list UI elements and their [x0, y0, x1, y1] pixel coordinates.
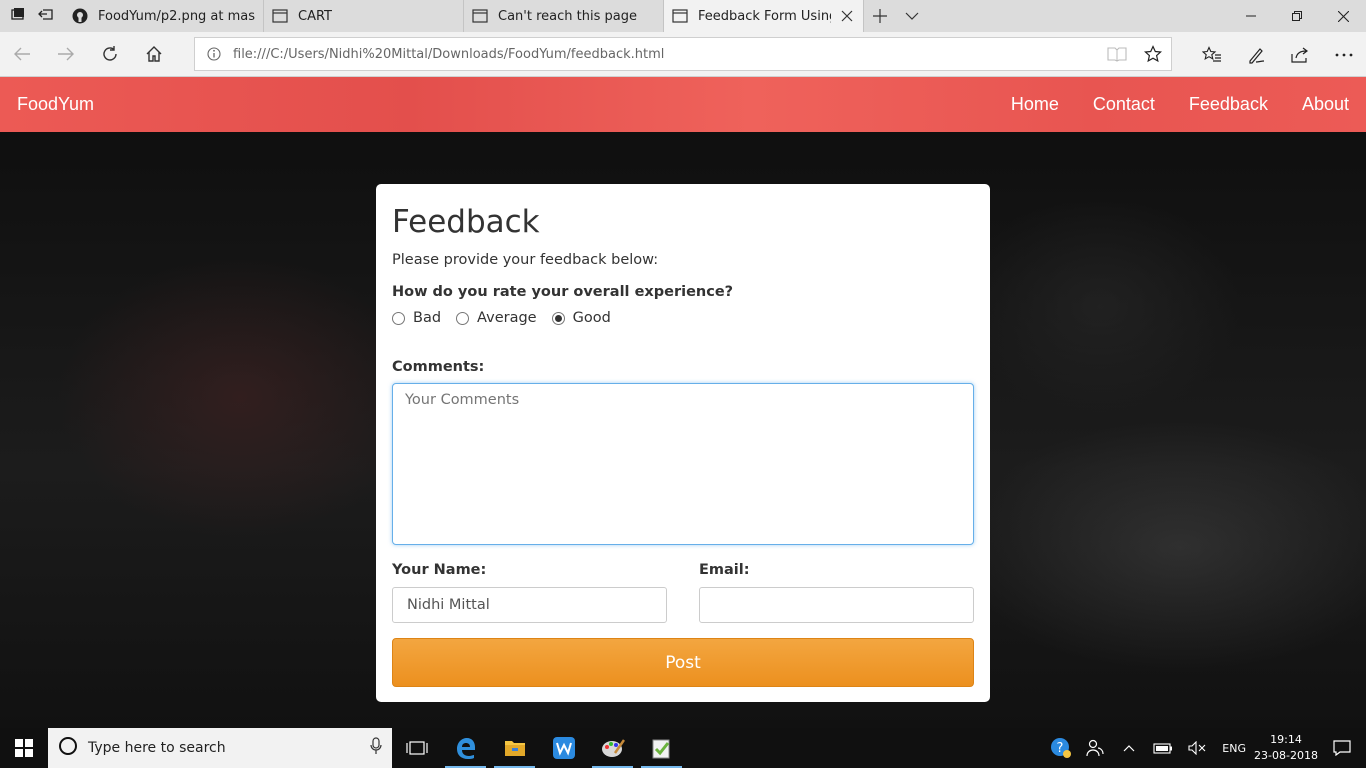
site-info-icon[interactable]: [195, 47, 233, 61]
volume-muted-icon[interactable]: [1180, 741, 1214, 755]
tab-strip-spacer: [928, 0, 1228, 32]
rating-question: How do you rate your overall experience?: [392, 284, 734, 300]
github-icon: [72, 8, 88, 24]
svg-text:?: ?: [1057, 741, 1064, 756]
tab-cart[interactable]: CART: [264, 0, 464, 32]
more-options-icon[interactable]: [1322, 32, 1366, 77]
name-input[interactable]: [392, 587, 667, 623]
site-header: FoodYum Home Contact Feedback About: [0, 77, 1366, 132]
window-controls: [1228, 0, 1366, 32]
wps-office-icon[interactable]: [539, 728, 588, 768]
share-icon[interactable]: [1278, 32, 1322, 77]
tab-title: Feedback Form Using H: [698, 8, 831, 24]
tab-title: FoodYum/p2.png at master: [98, 8, 255, 24]
url-text[interactable]: file:///C:/Users/Nidhi%20Mittal/Download…: [233, 47, 1099, 62]
radio-button[interactable]: [456, 311, 470, 325]
tab-feedback-form[interactable]: Feedback Form Using H: [664, 0, 864, 32]
post-button[interactable]: Post: [392, 638, 974, 687]
paint-icon[interactable]: [588, 728, 637, 768]
windows-start-icon[interactable]: [0, 728, 48, 768]
page-icon: [472, 8, 488, 24]
back-arrow-icon[interactable]: [0, 32, 44, 77]
tab-github[interactable]: FoodYum/p2.png at master: [64, 0, 264, 32]
help-icon[interactable]: ?: [1044, 737, 1078, 759]
radio-label: Good: [572, 310, 611, 326]
radio-button-checked[interactable]: [551, 311, 565, 325]
tab-strip-leading: [0, 0, 64, 32]
set-tabs-aside-icon[interactable]: [38, 6, 54, 26]
search-placeholder[interactable]: Type here to search: [88, 740, 370, 756]
favorites-hub-icon[interactable]: [1190, 32, 1234, 77]
tab-title: CART: [298, 8, 332, 24]
nav-link-home[interactable]: Home: [1011, 94, 1059, 115]
forward-arrow-icon[interactable]: [44, 32, 88, 77]
restore-icon[interactable]: [1274, 0, 1320, 32]
minimize-icon[interactable]: [1228, 0, 1274, 32]
radio-dot: [554, 314, 562, 322]
page-icon: [272, 8, 288, 24]
comments-label: Comments:: [392, 359, 485, 375]
browser-toolbar: file:///C:/Users/Nidhi%20Mittal/Download…: [0, 32, 1366, 77]
rating-option-bad[interactable]: Bad: [392, 310, 441, 326]
page-icon: [672, 8, 688, 24]
notepad-plus-plus-icon[interactable]: [637, 728, 686, 768]
taskbar-search-box[interactable]: Type here to search: [48, 728, 392, 768]
comments-textarea[interactable]: [392, 383, 974, 545]
favorite-star-icon[interactable]: [1135, 45, 1171, 63]
form-title: Feedback: [392, 204, 540, 240]
chevron-up-icon[interactable]: [1112, 744, 1146, 752]
windows-taskbar: Type here to search ? ENG 19:14 23-08-20…: [0, 728, 1366, 768]
home-icon[interactable]: [132, 32, 176, 77]
site-nav: Home Contact Feedback About: [1011, 94, 1349, 115]
site-brand[interactable]: FoodYum: [17, 94, 94, 115]
file-explorer-icon[interactable]: [490, 728, 539, 768]
people-icon[interactable]: [1078, 739, 1112, 757]
close-window-icon[interactable]: [1320, 0, 1366, 32]
clock-date: 23-08-2018: [1254, 749, 1318, 762]
email-input[interactable]: [699, 587, 974, 623]
tab-cant-reach[interactable]: Can't reach this page: [464, 0, 664, 32]
language-indicator[interactable]: ENG: [1222, 742, 1246, 755]
form-subtitle: Please provide your feedback below:: [392, 252, 659, 268]
name-label: Your Name:: [392, 562, 487, 578]
toolbar-right: [1190, 32, 1366, 77]
address-bar[interactable]: file:///C:/Users/Nidhi%20Mittal/Download…: [194, 37, 1172, 71]
rating-option-good[interactable]: Good: [551, 310, 611, 326]
nav-link-feedback[interactable]: Feedback: [1189, 94, 1268, 115]
rating-option-average[interactable]: Average: [456, 310, 537, 326]
clock[interactable]: 19:14 23-08-2018: [1254, 732, 1318, 764]
microphone-icon[interactable]: [370, 737, 382, 759]
nav-link-contact[interactable]: Contact: [1093, 94, 1155, 115]
task-view-icon[interactable]: [392, 728, 441, 768]
web-note-pen-icon[interactable]: [1234, 32, 1278, 77]
rating-radio-group: Bad Average Good: [392, 310, 626, 326]
feedback-card: Feedback Please provide your feedback be…: [376, 184, 990, 702]
battery-icon[interactable]: [1146, 742, 1180, 754]
radio-button[interactable]: [392, 311, 405, 325]
cortana-circle-icon[interactable]: [58, 736, 78, 760]
action-center-icon[interactable]: [1318, 740, 1366, 756]
tab-title: Can't reach this page: [498, 8, 637, 24]
tab-manager-icon[interactable]: [10, 6, 26, 26]
refresh-icon[interactable]: [88, 32, 132, 77]
reading-view-icon[interactable]: [1099, 46, 1135, 62]
email-label: Email:: [699, 562, 750, 578]
tab-preview-chevron-icon[interactable]: [896, 0, 928, 32]
new-tab-button[interactable]: [864, 0, 896, 32]
edge-browser-icon[interactable]: [441, 728, 490, 768]
radio-label: Average: [477, 310, 537, 326]
browser-tab-strip: FoodYum/p2.png at master CART Can't reac…: [0, 0, 1366, 32]
web-page: FoodYum Home Contact Feedback About Feed…: [0, 77, 1366, 728]
radio-label: Bad: [413, 310, 442, 326]
clock-time: 19:14: [1270, 733, 1302, 746]
close-tab-icon[interactable]: [839, 8, 855, 24]
system-tray: ? ENG 19:14 23-08-2018: [1044, 728, 1366, 768]
nav-link-about[interactable]: About: [1302, 94, 1349, 115]
